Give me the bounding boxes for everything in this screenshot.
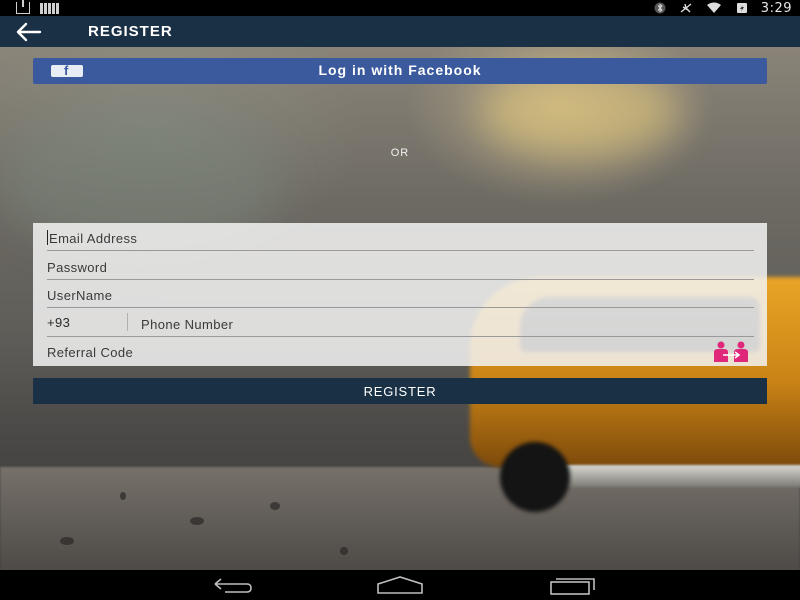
- airplane-mode-icon: [680, 3, 692, 13]
- bg-taxi-wheel: [500, 442, 570, 512]
- recents-nav-icon[interactable]: [546, 574, 596, 596]
- phone-number-field[interactable]: [141, 315, 741, 333]
- status-bar: 3:29: [0, 0, 800, 16]
- field-divider: [127, 313, 128, 331]
- register-button[interactable]: REGISTER: [33, 378, 767, 404]
- download-icon: [16, 0, 30, 14]
- password-field-row: [47, 252, 754, 280]
- bg-pebble: [60, 537, 74, 545]
- email-field-row: [47, 223, 754, 251]
- system-nav-bar: [0, 570, 800, 600]
- bg-pebble: [120, 492, 126, 500]
- app-bar: REGISTER: [0, 16, 800, 47]
- home-nav-icon[interactable]: [375, 574, 425, 596]
- bg-taxi-bumper: [530, 465, 800, 487]
- phone-field-row: +93: [47, 309, 754, 337]
- facebook-login-label: Log in with Facebook: [318, 62, 482, 78]
- country-code-selector[interactable]: +93: [47, 315, 70, 330]
- facebook-login-button[interactable]: f Log in with Facebook: [33, 58, 767, 84]
- battery-icon: [736, 3, 747, 13]
- barcode-icon: [40, 2, 59, 14]
- username-field-row: [47, 280, 754, 308]
- page-title: REGISTER: [88, 23, 173, 40]
- bluetooth-icon: [654, 2, 666, 14]
- bg-pebble: [190, 517, 204, 525]
- referral-code-field[interactable]: [47, 343, 754, 361]
- arrow-left-icon[interactable]: [14, 21, 44, 43]
- referral-field-row: [47, 337, 754, 365]
- username-field[interactable]: [47, 286, 754, 304]
- clock: 3:29: [760, 0, 792, 16]
- referral-people-icon[interactable]: [710, 340, 754, 362]
- password-field[interactable]: [47, 258, 754, 276]
- email-field[interactable]: [47, 229, 754, 247]
- bg-pebble: [270, 502, 280, 510]
- wifi-icon: [706, 2, 721, 13]
- back-nav-icon[interactable]: [205, 574, 255, 596]
- status-left-icons: [16, 0, 59, 14]
- registration-form: +93: [33, 223, 767, 366]
- or-separator: OR: [390, 147, 410, 159]
- status-right-icons: 3:29: [653, 0, 792, 16]
- bg-pebble: [340, 547, 348, 555]
